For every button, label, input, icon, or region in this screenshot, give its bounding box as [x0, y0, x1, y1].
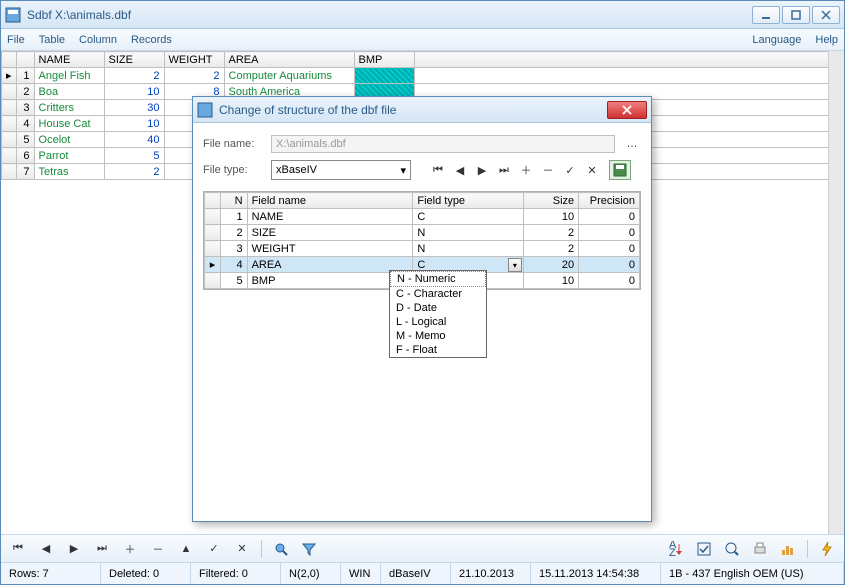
status-date: 21.10.2013	[451, 563, 531, 584]
dropdown-option[interactable]: M - Memo	[390, 329, 486, 343]
file-name-label: File name:	[203, 138, 263, 150]
col-weight[interactable]: WEIGHT	[164, 52, 224, 68]
record-navbar: ⏮ ◀ ▶ ⏭ ＋ － ▲ ✓ ✕ AZ	[1, 534, 844, 562]
table-row[interactable]: ▸1Angel Fish22Computer Aquariums	[2, 68, 844, 84]
dlg-next-icon[interactable]: ▶	[473, 161, 491, 179]
dlg-post-icon[interactable]: ✓	[561, 161, 579, 179]
col-n[interactable]: N	[221, 193, 248, 209]
col-fsize[interactable]: Size	[523, 193, 578, 209]
col-blank	[414, 52, 843, 68]
field-type-dropdown-button[interactable]: ▾	[508, 258, 522, 272]
menubar: File Table Column Records Language Help	[1, 29, 844, 51]
select-icon[interactable]	[693, 539, 715, 559]
rownum-header	[16, 52, 34, 68]
status-codepage: 1B - 437 English OEM (US)	[661, 563, 844, 584]
status-rows: Rows: 7	[1, 563, 101, 584]
dlg-first-icon[interactable]: ⏮	[429, 161, 447, 179]
dialog-title: Change of structure of the dbf file	[219, 103, 607, 117]
lightning-icon[interactable]	[816, 539, 838, 559]
chart-icon[interactable]	[777, 539, 799, 559]
menu-file[interactable]: File	[7, 34, 25, 46]
nav-next-icon[interactable]: ▶	[63, 539, 85, 559]
dropdown-option[interactable]: D - Date	[390, 301, 486, 315]
menu-column[interactable]: Column	[79, 34, 117, 46]
grid-corner	[2, 52, 17, 68]
file-name-input	[271, 135, 615, 153]
menu-records[interactable]: Records	[131, 34, 172, 46]
maximize-button[interactable]	[782, 6, 810, 24]
main-titlebar: Sdbf X:\animals.dbf	[1, 1, 844, 29]
status-deleted: Deleted: 0	[101, 563, 191, 584]
field-row[interactable]: 3WEIGHTN20	[205, 241, 640, 257]
col-field[interactable]: Field name	[247, 193, 413, 209]
dialog-icon	[197, 102, 213, 118]
col-area[interactable]: AREA	[224, 52, 354, 68]
nav-cancel-icon[interactable]: ✕	[231, 539, 253, 559]
print-icon[interactable]	[749, 539, 771, 559]
dlg-add-icon[interactable]: ＋	[517, 161, 535, 179]
browse-button[interactable]: …	[623, 135, 641, 153]
dlg-prev-icon[interactable]: ◀	[451, 161, 469, 179]
col-size[interactable]: SIZE	[104, 52, 164, 68]
vertical-scrollbar[interactable]	[828, 51, 844, 534]
dlg-delete-icon[interactable]: －	[539, 161, 557, 179]
menu-help[interactable]: Help	[815, 34, 838, 46]
dlg-cancel-icon[interactable]: ✕	[583, 161, 601, 179]
status-platform: WIN	[341, 563, 381, 584]
nav-last-icon[interactable]: ⏭	[91, 539, 113, 559]
dlg-last-icon[interactable]: ⏭	[495, 161, 513, 179]
nav-edit-icon[interactable]: ▲	[175, 539, 197, 559]
svg-text:Z: Z	[669, 547, 676, 557]
menu-table[interactable]: Table	[39, 34, 65, 46]
bmp-cell[interactable]	[354, 68, 414, 84]
statusbar: Rows: 7 Deleted: 0 Filtered: 0 N(2,0) WI…	[1, 562, 844, 584]
nav-delete-icon[interactable]: －	[147, 539, 169, 559]
col-bmp[interactable]: BMP	[354, 52, 414, 68]
close-button[interactable]	[812, 6, 840, 24]
field-type-dropdown[interactable]: N - Numeric C - Character D - Date L - L…	[389, 270, 487, 358]
dialog-close-button[interactable]	[607, 101, 647, 119]
app-icon	[5, 7, 21, 23]
sort-az-icon[interactable]: AZ	[665, 539, 687, 559]
dropdown-option[interactable]: N - Numeric	[390, 271, 486, 287]
filter-icon[interactable]	[298, 539, 320, 559]
menu-language[interactable]: Language	[752, 34, 801, 46]
field-row[interactable]: 2SIZEN20	[205, 225, 640, 241]
window-title: Sdbf X:\animals.dbf	[27, 8, 752, 22]
nav-post-icon[interactable]: ✓	[203, 539, 225, 559]
dropdown-option[interactable]: L - Logical	[390, 315, 486, 329]
dropdown-option[interactable]: C - Character	[390, 287, 486, 301]
nav-add-icon[interactable]: ＋	[119, 539, 141, 559]
save-button[interactable]	[609, 160, 631, 180]
col-type[interactable]: Field type	[413, 193, 524, 209]
status-coltype: N(2,0)	[281, 563, 341, 584]
chevron-down-icon: ▾	[400, 164, 406, 177]
search-icon[interactable]	[270, 539, 292, 559]
file-type-select[interactable]: xBaseIV ▾	[271, 160, 411, 180]
zoom-icon[interactable]	[721, 539, 743, 559]
status-dbtype: dBaseIV	[381, 563, 451, 584]
col-prec[interactable]: Precision	[579, 193, 640, 209]
nav-first-icon[interactable]: ⏮	[7, 539, 29, 559]
col-name[interactable]: NAME	[34, 52, 104, 68]
dropdown-option[interactable]: F - Float	[390, 343, 486, 357]
status-filtered: Filtered: 0	[191, 563, 281, 584]
minimize-button[interactable]	[752, 6, 780, 24]
nav-prev-icon[interactable]: ◀	[35, 539, 57, 559]
dialog-titlebar: Change of structure of the dbf file	[193, 97, 651, 123]
field-row[interactable]: 1NAMEC100	[205, 209, 640, 225]
file-type-label: File type:	[203, 164, 263, 176]
status-modified: 15.11.2013 14:54:38	[531, 563, 661, 584]
